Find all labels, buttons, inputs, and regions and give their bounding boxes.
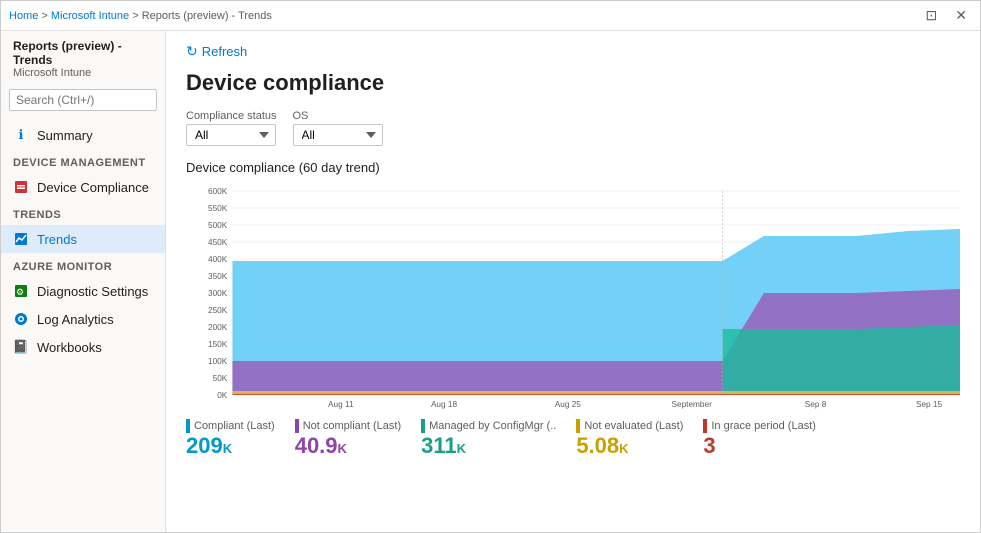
sidebar-section-device-management: Device management [1,149,165,173]
svg-text:350K: 350K [208,272,228,281]
breadcrumb: Home > Microsoft Intune > Reports (previ… [9,10,272,22]
legend-managed-value: 311K [421,433,556,459]
device-compliance-icon [13,179,29,195]
chart-svg: 600K 550K 500K 450K 400K 350K [186,181,960,411]
os-filter-label: OS [293,110,383,122]
svg-text:Sep 8: Sep 8 [805,400,827,409]
breadcrumb-current: Reports (preview) - Trends [142,10,272,22]
legend-not-compliant: Not compliant (Last) 40.9K [295,419,401,459]
content-area: ↻ Refresh Device compliance Compliance s… [166,31,980,532]
sidebar: Reports (preview) - Trends Microsoft Int… [1,31,166,532]
filters: Compliance status All Compliant Not comp… [186,110,960,146]
sidebar-item-label: Trends [37,232,77,247]
page-heading: Device compliance [186,70,960,96]
legend-grace-period: In grace period (Last) 3 [703,419,816,459]
grace-period-color-bar [703,419,707,433]
sidebar-section-trends: Trends [1,201,165,225]
sidebar-header: Reports (preview) - Trends Microsoft Int… [1,31,165,83]
x-axis: Aug 11 Aug 18 Aug 25 September Sep 8 Sep… [328,400,943,409]
svg-text:Aug 11: Aug 11 [328,400,354,409]
compliance-status-select[interactable]: All Compliant Not compliant [186,124,276,146]
svg-text:550K: 550K [208,204,228,213]
legend-not-compliant-value: 40.9K [295,433,401,459]
sidebar-item-workbooks[interactable]: 📓 Workbooks [1,333,165,361]
refresh-label: Refresh [202,44,248,59]
sidebar-search-container: « [1,83,165,117]
window-minimize-button[interactable]: ⊡ [921,5,943,26]
svg-text:⚙: ⚙ [16,287,24,297]
sidebar-item-label: Diagnostic Settings [37,284,148,299]
sidebar-item-label: Workbooks [37,340,102,355]
os-filter-group: OS All Windows iOS Android [293,110,383,146]
svg-text:500K: 500K [208,221,228,230]
main-layout: Reports (preview) - Trends Microsoft Int… [1,31,980,532]
svg-text:450K: 450K [208,238,228,247]
search-input[interactable] [9,89,157,111]
svg-text:Aug 18: Aug 18 [431,400,458,409]
managed-color-bar [421,419,425,433]
chart-title: Device compliance (60 day trend) [186,160,960,175]
legend-not-evaluated-label: Not evaluated (Last) [576,419,683,433]
svg-text:200K: 200K [208,323,228,332]
sidebar-item-label: Summary [37,128,93,143]
chart-section: Device compliance (60 day trend) 600K 55… [186,160,960,459]
legend-not-compliant-label: Not compliant (Last) [295,419,401,433]
legend-grace-period-value: 3 [703,433,816,459]
legend-not-evaluated: Not evaluated (Last) 5.08K [576,419,683,459]
legend-managed-label: Managed by ConfigMgr (.. [421,419,556,433]
breadcrumb-home[interactable]: Home [9,10,38,22]
legend-compliant-value: 209K [186,433,275,459]
app-window: Home > Microsoft Intune > Reports (previ… [0,0,981,533]
log-analytics-icon [13,311,29,327]
sidebar-item-label: Log Analytics [37,312,114,327]
sidebar-item-device-compliance[interactable]: Device Compliance [1,173,165,201]
svg-text:150K: 150K [208,340,228,349]
info-icon: ℹ [13,127,29,143]
compliant-color-bar [186,419,190,433]
window-close-button[interactable]: ✕ [950,5,972,26]
refresh-icon: ↻ [186,43,198,60]
sidebar-item-label: Device Compliance [37,180,149,195]
svg-text:Aug 25: Aug 25 [555,400,582,409]
os-select[interactable]: All Windows iOS Android [293,124,383,146]
diagnostic-icon: ⚙ [13,283,29,299]
compliance-filter-label: Compliance status [186,110,277,122]
compliance-filter-group: Compliance status All Compliant Not comp… [186,110,277,146]
svg-text:September: September [672,400,713,409]
svg-text:Sep 15: Sep 15 [916,400,943,409]
legend: Compliant (Last) 209K Not compliant (Las… [186,419,960,459]
managed-area [723,325,960,395]
sidebar-item-log-analytics[interactable]: Log Analytics [1,305,165,333]
workbooks-icon: 📓 [13,339,29,355]
svg-text:50K: 50K [213,374,228,383]
svg-text:300K: 300K [208,289,228,298]
sidebar-item-summary[interactable]: ℹ Summary [1,121,165,149]
sidebar-section-azure-monitor: Azure Monitor [1,253,165,277]
sidebar-item-trends[interactable]: Trends [1,225,165,253]
sidebar-item-diagnostic-settings[interactable]: ⚙ Diagnostic Settings [1,277,165,305]
legend-compliant: Compliant (Last) 209K [186,419,275,459]
legend-managed: Managed by ConfigMgr (.. 311K [421,419,556,459]
svg-text:0K: 0K [217,391,228,400]
chart-container: 600K 550K 500K 450K 400K 350K [186,181,960,411]
trends-icon [13,231,29,247]
legend-compliant-label: Compliant (Last) [186,419,275,433]
svg-text:100K: 100K [208,357,228,366]
sidebar-subtitle: Microsoft Intune [13,67,153,79]
svg-text:400K: 400K [208,255,228,264]
sidebar-nav: ℹ Summary Device management Device Compl… [1,117,165,532]
legend-not-evaluated-value: 5.08K [576,433,683,459]
toolbar: ↻ Refresh [186,43,960,60]
sidebar-title: Reports (preview) - Trends [13,39,153,67]
breadcrumb-intune[interactable]: Microsoft Intune [51,10,129,22]
title-bar: Home > Microsoft Intune > Reports (previ… [1,1,980,31]
refresh-button[interactable]: ↻ Refresh [186,43,247,60]
not-compliant-color-bar [295,419,299,433]
legend-grace-period-label: In grace period (Last) [703,419,816,433]
title-bar-controls: ⊡ ✕ [921,5,972,26]
svg-text:250K: 250K [208,306,228,315]
grace-period-area [232,394,960,395]
svg-text:600K: 600K [208,187,228,196]
not-evaluated-color-bar [576,419,580,433]
